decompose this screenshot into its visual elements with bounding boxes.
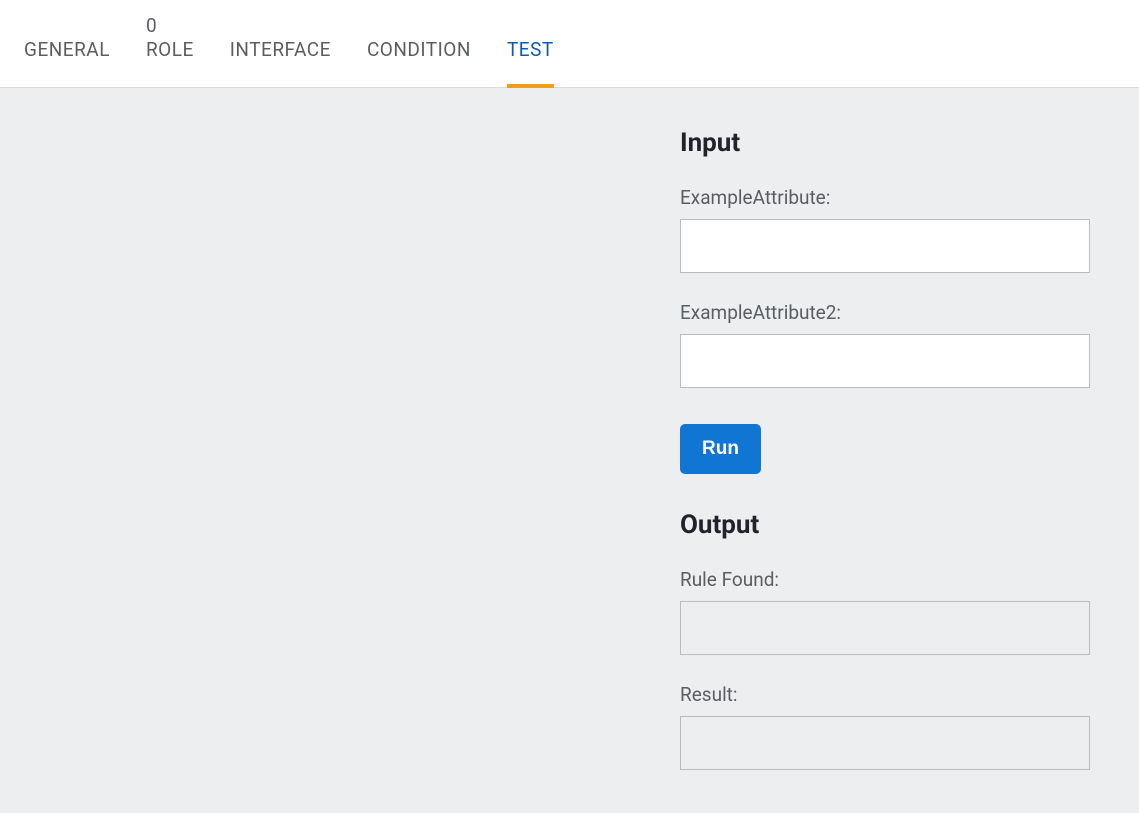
rule-found-label: Rule Found: [680, 568, 1090, 591]
result-output [680, 716, 1090, 770]
field-group-example-attribute: ExampleAttribute: [680, 186, 1090, 273]
example-attribute-label: ExampleAttribute: [680, 186, 1090, 209]
output-group-rule-found: Rule Found: [680, 568, 1090, 655]
test-panel: Input ExampleAttribute: ExampleAttribute… [680, 128, 1090, 798]
tab-test[interactable]: TEST [489, 38, 572, 87]
output-group-result: Result: [680, 683, 1090, 770]
tab-interface-label: INTERFACE [230, 38, 331, 61]
result-label: Result: [680, 683, 1090, 706]
tab-test-label: TEST [507, 38, 554, 61]
tab-condition[interactable]: CONDITION [349, 38, 489, 87]
input-heading: Input [680, 128, 1090, 158]
field-group-example-attribute2: ExampleAttribute2: [680, 301, 1090, 388]
rule-found-output [680, 601, 1090, 655]
tab-condition-label: CONDITION [367, 38, 471, 61]
example-attribute2-input[interactable] [680, 334, 1090, 388]
output-heading: Output [680, 510, 1090, 540]
run-button[interactable]: Run [680, 424, 761, 474]
tab-general-label: GENERAL [24, 38, 110, 61]
tab-role-label: ROLE [146, 38, 194, 61]
content-area: Input ExampleAttribute: ExampleAttribute… [0, 88, 1139, 813]
tab-interface[interactable]: INTERFACE [212, 38, 349, 87]
example-attribute2-label: ExampleAttribute2: [680, 301, 1090, 324]
tab-bar: GENERAL 0 ROLE INTERFACE CONDITION TEST [0, 0, 1139, 88]
tab-role-badge: 0 [146, 15, 157, 38]
tab-general[interactable]: GENERAL [6, 38, 128, 87]
example-attribute-input[interactable] [680, 219, 1090, 273]
tab-role[interactable]: 0 ROLE [128, 15, 212, 87]
